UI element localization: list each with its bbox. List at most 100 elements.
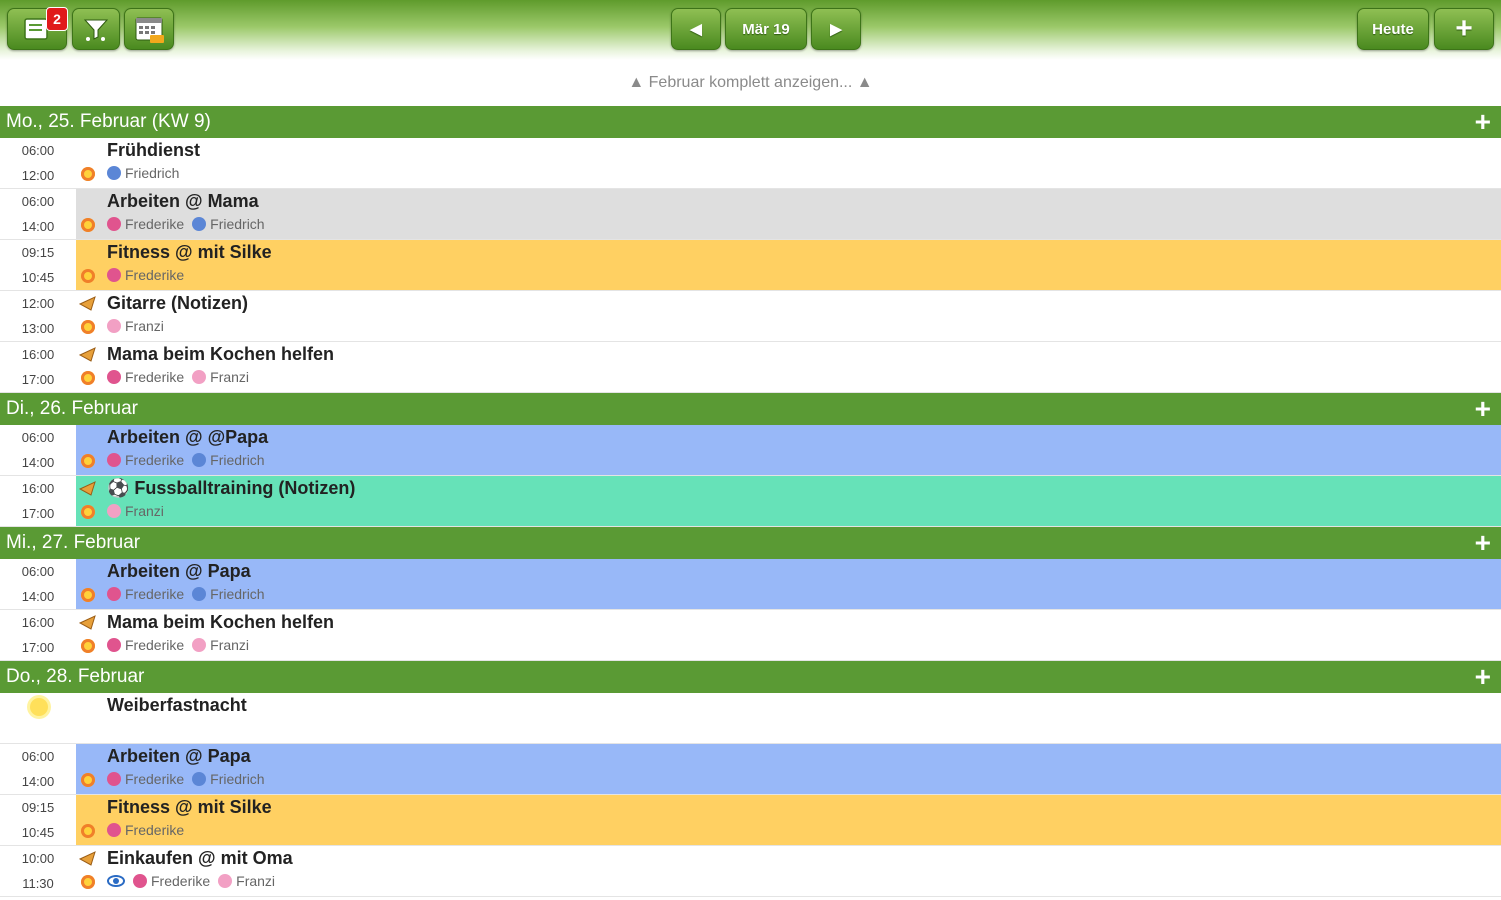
participant-color-dot: [107, 370, 121, 384]
event-participants: Friedrich: [107, 165, 179, 181]
participant-color-dot: [107, 638, 121, 652]
agenda-list: Mo., 25. Februar (KW 9) +06:00 12:00 Frühdi…: [0, 106, 1501, 897]
participant: Frederike: [107, 822, 184, 838]
day-header: Mi., 27. Februar +: [0, 527, 1501, 559]
participant-color-dot: [107, 504, 121, 518]
event-participants: Frederike: [107, 822, 184, 838]
event-end-time: 17:00: [21, 640, 55, 655]
event-participants: Frederike Friedrich: [107, 452, 265, 468]
reminder-icon: [79, 771, 97, 789]
reminder-icon: [79, 873, 97, 891]
event-participants: Frederike Friedrich: [107, 771, 265, 787]
note-icon: [79, 479, 97, 497]
day-header: Do., 28. Februar +: [0, 661, 1501, 693]
arrow-right-icon: ▶: [830, 21, 842, 38]
event-end-time: 14:00: [21, 219, 55, 234]
participant-color-dot: [107, 217, 121, 231]
event-start-time: 12:00: [21, 296, 55, 311]
participant-color-dot: [107, 823, 121, 837]
event-row[interactable]: 09:15 10:45 Fitness @ mit Silke Frederike: [0, 795, 1501, 846]
note-icon: [79, 345, 97, 363]
event-participants: Franzi: [107, 503, 164, 519]
add-to-day-icon[interactable]: +: [1475, 108, 1491, 136]
event-row[interactable]: 06:00 12:00 Frühdienst Friedrich: [0, 138, 1501, 189]
participant: Friedrich: [192, 216, 265, 232]
participant-color-dot: [107, 319, 121, 333]
participant-name: Frederike: [125, 637, 185, 653]
participant: Friedrich: [192, 452, 265, 468]
participant: Franzi: [107, 318, 164, 334]
note-icon: [79, 294, 97, 312]
participant-name: Frederike: [125, 452, 185, 468]
participant-color-dot: [192, 370, 207, 384]
month-label: Mär 19: [742, 20, 790, 38]
today-label: Heute: [1372, 20, 1414, 38]
previous-month-button[interactable]: ◀: [671, 8, 721, 50]
reminder-icon: [79, 318, 97, 336]
event-end-time: 12:00: [21, 168, 55, 183]
participant-name: Friedrich: [210, 771, 265, 787]
event-row[interactable]: 10:00 11:30 Einkaufen @ mit Oma Frederike Fr…: [0, 846, 1501, 897]
participant: Franzi: [192, 637, 249, 653]
next-month-button[interactable]: ▶: [811, 8, 861, 50]
reminder-icon: [79, 586, 97, 604]
event-row[interactable]: 09:15 10:45 Fitness @ mit Silke Frederike: [0, 240, 1501, 291]
event-participants: Franzi: [107, 318, 164, 334]
event-color-band: [76, 189, 1501, 239]
event-row[interactable]: 16:00 17:00 ⚽ Fussballtraining (Notizen) Fr…: [0, 476, 1501, 527]
reminder-icon: [79, 369, 97, 387]
day-label: Do., 28. Februar: [6, 666, 145, 687]
add-to-day-icon[interactable]: +: [1475, 395, 1491, 423]
event-start-time: 09:15: [21, 800, 55, 815]
add-event-button[interactable]: +: [1434, 8, 1494, 50]
day-label: Mo., 25. Februar (KW 9): [6, 111, 211, 132]
participant-name: Friedrich: [210, 452, 265, 468]
event-title: Fitness @ mit Silke: [107, 797, 272, 817]
participant-name: Franzi: [125, 318, 164, 334]
participant: Frederike: [107, 771, 184, 787]
visibility-icon: [107, 875, 125, 887]
event-row[interactable]: 06:00 14:00 Arbeiten @ Papa Frederike Friedr…: [0, 744, 1501, 795]
participant-name: Frederike: [125, 216, 185, 232]
add-to-day-icon[interactable]: +: [1475, 663, 1491, 691]
event-start-time: 06:00: [21, 194, 55, 209]
inbox-button[interactable]: 2: [7, 7, 68, 50]
event-start-time: 06:00: [21, 430, 55, 445]
event-title: Arbeiten @ @Papa: [107, 427, 269, 447]
event-title: Arbeiten @ Papa: [107, 561, 251, 581]
event-end-time: 13:00: [21, 321, 55, 336]
event-end-time: 17:00: [21, 506, 55, 521]
event-end-time: 11:30: [22, 876, 54, 891]
day-header: Mo., 25. Februar (KW 9) +: [0, 106, 1501, 138]
reminder-icon: [79, 452, 97, 470]
event-participants: Frederike Franzi: [107, 369, 249, 385]
add-to-day-icon[interactable]: +: [1475, 529, 1491, 557]
arrow-left-icon: ◀: [690, 21, 702, 38]
today-button[interactable]: Heute: [1357, 8, 1429, 50]
event-row[interactable]: 06:00 14:00 Arbeiten @ Mama Frederike Friedr…: [0, 189, 1501, 240]
month-selector[interactable]: Mär 19: [725, 8, 807, 50]
participant-name: Frederike: [125, 822, 185, 838]
event-participants: Frederike Franzi: [107, 873, 275, 889]
participant-color-dot: [192, 772, 207, 786]
event-row[interactable]: 06:00 14:00 Arbeiten @ Papa Frederike Friedr…: [0, 559, 1501, 610]
event-start-time: 16:00: [21, 615, 55, 630]
filter-button[interactable]: [72, 8, 120, 50]
event-start-time: 16:00: [21, 347, 55, 362]
participant-color-dot: [107, 772, 121, 786]
reminder-icon: [79, 503, 97, 521]
show-full-month-link[interactable]: ▲ Februar komplett anzeigen... ▲: [0, 60, 1501, 106]
event-participants: Frederike Franzi: [107, 637, 249, 653]
event-color-band: [76, 744, 1501, 794]
participant: Friedrich: [107, 165, 179, 181]
event-row[interactable]: 16:00 17:00 Mama beim Kochen helfen Frederi…: [0, 342, 1501, 393]
event-start-time: 09:15: [21, 245, 55, 260]
event-row[interactable]: 16:00 17:00 Mama beim Kochen helfen Frederi…: [0, 610, 1501, 661]
event-row[interactable]: 12:00 13:00 Gitarre (Notizen) Franzi: [0, 291, 1501, 342]
note-icon: [79, 849, 97, 867]
event-title: Arbeiten @ Papa: [107, 746, 251, 766]
note-icon: [79, 613, 97, 631]
calendar-pro-button[interactable]: [124, 8, 174, 50]
event-row[interactable]: 06:00 14:00 Arbeiten @ @Papa Frederike Fried…: [0, 425, 1501, 476]
event-row[interactable]: Weiberfastnacht: [0, 693, 1501, 744]
